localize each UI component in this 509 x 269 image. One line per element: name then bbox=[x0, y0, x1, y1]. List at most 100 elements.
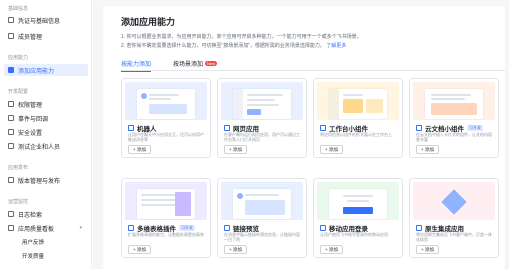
card-preview-mock bbox=[233, 189, 291, 219]
mock-cube bbox=[441, 189, 467, 215]
card-preview-mock bbox=[329, 89, 387, 119]
card-link-preview[interactable]: 链接预览 在消息中展示链接的预览信息，让链接内容一目了然 + 添加 bbox=[217, 178, 307, 258]
add-button[interactable]: + 添加 bbox=[224, 145, 247, 154]
sidebar-subitem-dev-quality[interactable]: 开发质量 bbox=[22, 252, 44, 260]
card-description: 在云文档中插入卡片式的组件，让文档内容更丰富 bbox=[416, 132, 492, 142]
mock-login-button bbox=[343, 207, 373, 214]
sidebar-item-label: 成员管理 bbox=[18, 34, 43, 41]
sidebar-item-permissions[interactable]: 权限管理 bbox=[4, 98, 88, 110]
card-preview bbox=[221, 182, 303, 220]
learn-more-link[interactable]: 了解更多 bbox=[326, 43, 346, 49]
card-base-plugin[interactable]: 多维表格插件 可开发 扩展多维表格的能力，让数据处理更加高效 + 添加 bbox=[121, 178, 211, 258]
card-preview bbox=[125, 182, 207, 220]
mock-block bbox=[247, 109, 261, 115]
card-workplace-widget[interactable]: 工作台小组件 将应用信息以组件的形式展示在工作台上 + 添加 bbox=[313, 78, 403, 158]
sidebar-item-label: 应用质量看板 bbox=[18, 226, 55, 233]
sidebar-item-logs[interactable]: 日志检索 bbox=[4, 208, 88, 220]
card-mobile-login[interactable]: 移动应用登录 让用户使用飞书账号登录你的移动应用 + 添加 bbox=[313, 178, 403, 258]
sidebar-item-test-tenants[interactable]: 测试企业和人员 bbox=[4, 140, 88, 152]
members-icon bbox=[8, 33, 14, 39]
card-native-integration[interactable]: 原生集成应用 将应用原生集成至飞书客户端中，打造一体化体验 + 添加 bbox=[409, 178, 499, 258]
add-button[interactable]: + 添加 bbox=[320, 145, 343, 154]
bot-icon bbox=[128, 125, 134, 131]
link-icon bbox=[224, 225, 230, 231]
sidebar-item-label: 添加应用能力 bbox=[18, 68, 55, 75]
description-line-2: 2. 若你尚不确定需要选择什么能力，可切换至“按场景添加”，根据所需的业务场景选… bbox=[121, 42, 346, 49]
card-preview bbox=[413, 182, 495, 220]
add-button[interactable]: + 添加 bbox=[416, 145, 439, 154]
sidebar-item-versions[interactable]: 版本管理与发布 bbox=[4, 174, 88, 186]
card-web-app[interactable]: 网页应用 在客户端内运行网页应用，用户可以通过工作台等入口打开网页 + 添加 bbox=[217, 78, 307, 158]
widget-icon bbox=[320, 125, 326, 131]
dashboard-icon bbox=[8, 225, 14, 231]
sidebar-group-ops: 运营监控 bbox=[8, 199, 29, 205]
main-content: 添加应用能力 1. 你可以根据业务需求，为应用开启能力。单个应用可开启多种能力，… bbox=[93, 0, 509, 269]
mock-line bbox=[245, 194, 279, 196]
mock-widget bbox=[343, 99, 363, 113]
sidebar-group-dev-config: 开发配置 bbox=[8, 89, 29, 95]
mock-doc-block bbox=[431, 103, 477, 115]
mock-line bbox=[247, 104, 279, 106]
description-text: 2. 若你尚不确定需要选择什么能力，可切换至“按场景添加”，根据所需的业务场景选… bbox=[121, 43, 325, 49]
sidebar-group-capabilities: 应用能力 bbox=[8, 55, 29, 61]
card-preview bbox=[317, 182, 399, 220]
card-preview-mock bbox=[137, 89, 195, 119]
mock-line bbox=[343, 195, 373, 197]
mock-link-card bbox=[245, 200, 285, 215]
card-description: 在客户端内运行网页应用，用户可以通过工作台等入口打开网页 bbox=[224, 132, 300, 142]
sidebar-item-label: 测试企业和人员 bbox=[18, 144, 61, 151]
dev-tag: 可开发 bbox=[467, 125, 483, 131]
sidebar-item-members[interactable]: 成员管理 bbox=[4, 30, 88, 42]
mock-line bbox=[431, 94, 471, 96]
add-button[interactable]: + 添加 bbox=[416, 245, 439, 254]
card-description: 扩展多维表格的能力，让数据处理更加高效 bbox=[128, 232, 204, 237]
add-button[interactable]: + 添加 bbox=[128, 145, 151, 154]
shield-icon bbox=[8, 129, 14, 135]
card-description: 让用户使用飞书账号登录你的移动应用 bbox=[320, 232, 388, 237]
dev-tag: 可开发 bbox=[179, 225, 195, 231]
sidebar-item-credentials[interactable]: 凭证与基础信息 bbox=[4, 14, 88, 26]
sidebar-item-label: 版本管理与发布 bbox=[18, 178, 61, 185]
log-icon bbox=[8, 211, 14, 217]
bot-avatar bbox=[141, 93, 147, 99]
card-doc-widget[interactable]: 云文档小组件 可开发 在云文档中插入卡片式的组件，让文档内容更丰富 + 添加 bbox=[409, 78, 499, 158]
sidebar-item-security[interactable]: 安全设置 bbox=[4, 126, 88, 138]
permission-icon bbox=[8, 101, 14, 107]
tab-by-scenario[interactable]: 按场景添加 New bbox=[173, 59, 218, 68]
event-icon bbox=[8, 115, 14, 121]
mock-sidebar bbox=[329, 89, 339, 119]
card-description: 将应用信息以组件的形式展示在工作台上 bbox=[320, 132, 392, 137]
key-icon bbox=[8, 17, 14, 23]
sidebar-group-basic: 基础信息 bbox=[8, 6, 29, 12]
grid-icon bbox=[8, 67, 14, 73]
add-button[interactable]: + 添加 bbox=[224, 245, 247, 254]
sidebar-subitem-feedback[interactable]: 用户反馈 bbox=[22, 238, 44, 246]
table-icon bbox=[128, 225, 134, 231]
message-bubble bbox=[149, 104, 187, 114]
sidebar-item-label: 凭证与基础信息 bbox=[18, 18, 61, 25]
mock-sidebar bbox=[233, 89, 243, 119]
tab-by-capability[interactable]: 按能力添加 bbox=[121, 59, 152, 72]
mock-line bbox=[431, 98, 465, 100]
card-preview-mock bbox=[233, 89, 291, 119]
tab-bar: 按能力添加 按场景添加 New bbox=[121, 58, 505, 72]
card-preview bbox=[413, 82, 495, 120]
mock-line bbox=[247, 99, 275, 101]
card-description: 让用户在聊天中与应用交互，还可以向用户推送消息等 bbox=[128, 132, 204, 142]
new-badge: New bbox=[205, 61, 218, 66]
card-preview bbox=[317, 82, 399, 120]
mock-line bbox=[347, 200, 369, 202]
sidebar-item-label: 日志检索 bbox=[18, 212, 43, 219]
add-button[interactable]: + 添加 bbox=[320, 245, 343, 254]
mock-avatar bbox=[237, 193, 243, 199]
mock-line bbox=[343, 94, 363, 96]
sidebar-item-events[interactable]: 事件与回调 bbox=[4, 112, 88, 124]
sidebar-item-label: 安全设置 bbox=[18, 130, 43, 137]
sidebar-item-quality[interactable]: 应用质量看板 ▾ bbox=[4, 222, 88, 234]
card-bot[interactable]: 机器人 让用户在聊天中与应用交互，还可以向用户推送消息等 + 添加 bbox=[121, 78, 211, 158]
sidebar-item-add-capability[interactable]: 添加应用能力 bbox=[4, 64, 88, 76]
add-button[interactable]: + 添加 bbox=[128, 245, 151, 254]
tab-label: 按场景添加 bbox=[173, 62, 204, 68]
release-icon bbox=[8, 177, 14, 183]
mock-plugin-panel bbox=[175, 192, 191, 216]
